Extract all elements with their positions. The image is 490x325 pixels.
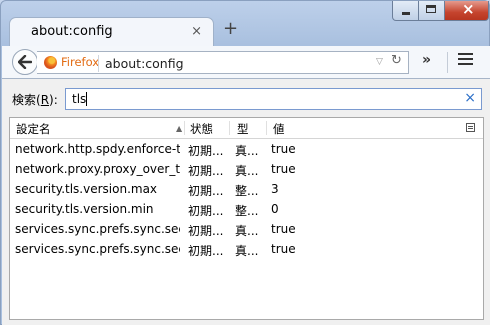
pref-value: true — [271, 242, 296, 256]
table-row[interactable]: services.sync.prefs.sync.sec... 初期... 真.… — [10, 219, 483, 239]
pref-value: true — [271, 142, 296, 156]
history-dropdown-icon[interactable]: ▽ — [376, 57, 383, 67]
url-bar[interactable]: Firefox about:config ▽ ↻ — [37, 51, 409, 74]
text-caret — [86, 92, 87, 106]
pref-name: security.tls.version.min — [15, 202, 154, 216]
pref-status: 初期... — [188, 244, 224, 258]
minimize-button[interactable] — [392, 1, 419, 21]
table-row[interactable]: network.http.spdy.enforce-tl... 初期... 真.… — [10, 139, 483, 159]
pref-name: network.http.spdy.enforce-tl... — [15, 142, 180, 156]
table-row[interactable]: security.tls.version.max 初期... 整... 3 — [10, 179, 483, 199]
pref-type: 真... — [235, 144, 259, 158]
column-header-status[interactable]: 状態 — [190, 121, 213, 137]
about-config-page: 検索(R): tls × 設定名 ▲ 状態 型 値 network.http.s… — [2, 79, 490, 325]
pref-value: 0 — [271, 202, 279, 216]
identity-divider — [98, 55, 99, 72]
minimize-icon — [402, 12, 410, 15]
pref-name: network.proxy.proxy_over_tls — [15, 162, 180, 176]
firefox-logo-icon — [44, 56, 57, 69]
overflow-chevron-icon[interactable]: » — [422, 52, 431, 68]
new-tab-button[interactable]: + — [223, 18, 238, 39]
tab-about-config[interactable]: about:config × — [9, 17, 214, 47]
close-window-button[interactable]: × — [445, 0, 489, 21]
search-value: tls — [72, 92, 87, 106]
maximize-icon — [426, 5, 436, 13]
pref-type: 真... — [235, 224, 259, 238]
column-header-value[interactable]: 値 — [273, 121, 285, 137]
tab-close-icon[interactable]: × — [191, 24, 202, 39]
identity-label: Firefox — [61, 55, 100, 69]
pref-status: 初期... — [188, 204, 224, 218]
maximize-button[interactable] — [419, 1, 445, 21]
pref-name: services.sync.prefs.sync.sec... — [15, 242, 180, 256]
pref-status: 初期... — [188, 144, 224, 158]
pref-type: 整... — [235, 204, 259, 218]
reload-icon[interactable]: ↻ — [391, 53, 402, 68]
url-text[interactable]: about:config — [105, 56, 184, 71]
pref-name: security.tls.version.max — [15, 182, 158, 196]
column-divider[interactable] — [266, 121, 267, 135]
back-button[interactable] — [12, 49, 38, 75]
pref-status: 初期... — [188, 164, 224, 178]
column-header-name[interactable]: 設定名 — [16, 121, 51, 137]
pref-type: 整... — [235, 184, 259, 198]
search-label: 検索(R): — [12, 93, 58, 107]
column-divider[interactable] — [229, 121, 230, 135]
table-row[interactable]: network.proxy.proxy_over_tls 初期... 真... … — [10, 159, 483, 179]
navigation-toolbar: Firefox about:config ▽ ↻ » — [2, 46, 490, 79]
pref-type: 真... — [235, 244, 259, 258]
table-row[interactable]: services.sync.prefs.sync.sec... 初期... 真.… — [10, 239, 483, 259]
toolbar-divider — [447, 52, 448, 73]
column-picker-icon[interactable] — [466, 123, 475, 132]
sort-ascending-icon: ▲ — [176, 124, 183, 133]
table-row[interactable]: security.tls.version.min 初期... 整... 0 — [10, 199, 483, 219]
pref-status: 初期... — [188, 224, 224, 238]
preferences-table: 設定名 ▲ 状態 型 値 network.http.spdy.enforce-t… — [9, 117, 484, 320]
tab-title: about:config — [31, 24, 113, 39]
close-icon: × — [462, 0, 475, 18]
search-input[interactable]: tls × — [65, 88, 482, 110]
clear-search-icon[interactable]: × — [464, 90, 476, 106]
pref-value: true — [271, 162, 296, 176]
pref-name: services.sync.prefs.sync.sec... — [15, 222, 180, 236]
column-header-type[interactable]: 型 — [237, 121, 249, 137]
back-arrow-icon — [18, 55, 32, 69]
column-divider[interactable] — [184, 121, 185, 135]
pref-value: true — [271, 222, 296, 236]
pref-type: 真... — [235, 164, 259, 178]
pref-status: 初期... — [188, 184, 224, 198]
table-header: 設定名 ▲ 状態 型 値 — [10, 118, 483, 139]
browser-window: × about:config × + Firefox about:config … — [0, 0, 490, 325]
hamburger-menu-icon[interactable] — [458, 53, 473, 66]
pref-value: 3 — [271, 182, 279, 196]
